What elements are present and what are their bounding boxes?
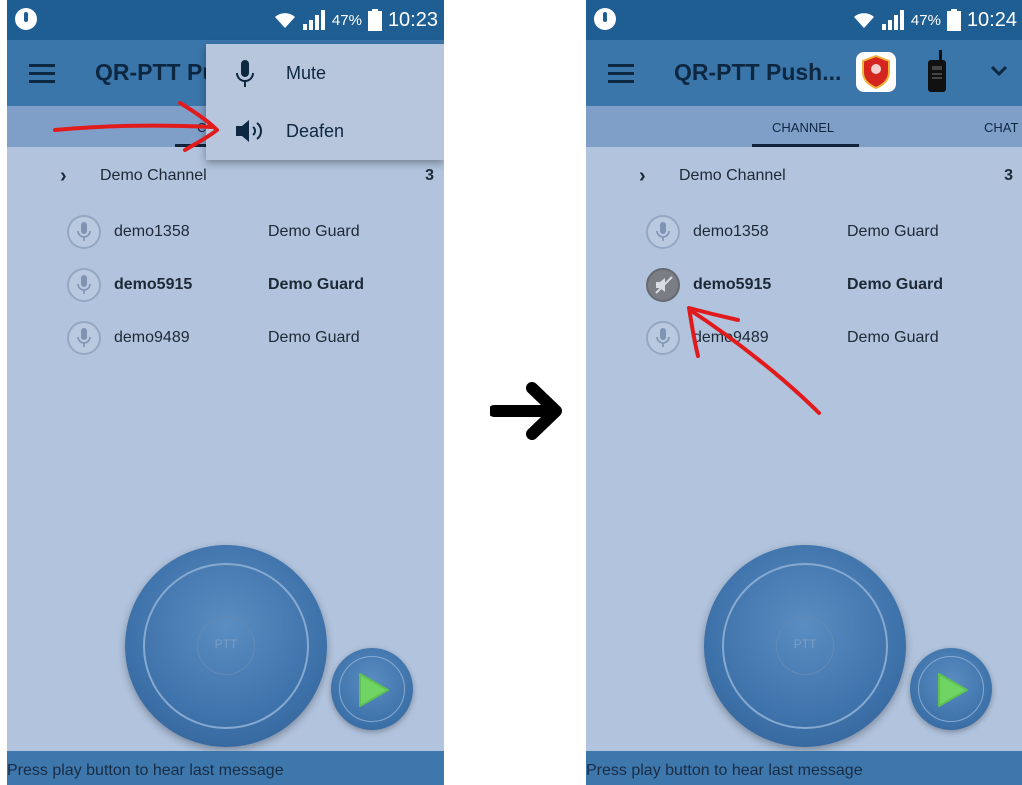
user-name: demo9489 bbox=[114, 329, 190, 346]
clock: 10:23 bbox=[387, 8, 438, 31]
arrow-right-icon bbox=[490, 382, 562, 440]
microphone-icon bbox=[646, 215, 680, 249]
menu-item-deafen[interactable]: Deafen bbox=[206, 102, 444, 160]
channel-user-count: 3 bbox=[1004, 167, 1013, 184]
battery-icon bbox=[946, 9, 961, 31]
phone-screen-after: 47% 10:24 QR-PTT Push... CHANNEL CHAT › … bbox=[586, 0, 1022, 785]
battery-percent: 47% bbox=[910, 11, 941, 29]
microphone-icon bbox=[67, 268, 101, 302]
status-bar: 47% 10:23 bbox=[7, 0, 444, 40]
channel-name: Demo Channel bbox=[679, 167, 786, 184]
app-toolbar: QR-PTT Push... bbox=[586, 40, 1022, 106]
app-title: QR-PTT Push... bbox=[674, 59, 842, 85]
notification-icon bbox=[15, 8, 37, 30]
tab-channel[interactable]: CHANNEL bbox=[772, 120, 834, 135]
user-role: Demo Guard bbox=[847, 329, 939, 346]
user-role: Demo Guard bbox=[268, 276, 365, 293]
play-icon bbox=[359, 673, 389, 707]
shield-logo-icon[interactable] bbox=[856, 52, 896, 92]
user-name: demo5915 bbox=[114, 276, 193, 293]
footer-bar: Press play button to hear last message bbox=[7, 751, 444, 785]
play-last-message-button[interactable] bbox=[331, 648, 413, 730]
chevron-down-icon[interactable] bbox=[990, 64, 1008, 82]
play-icon bbox=[938, 673, 968, 707]
user-role: Demo Guard bbox=[268, 329, 360, 346]
hamburger-menu-icon[interactable] bbox=[608, 64, 634, 84]
chevron-right-icon: › bbox=[60, 165, 67, 187]
hamburger-menu-icon[interactable] bbox=[29, 64, 55, 84]
user-name: demo9489 bbox=[693, 329, 769, 346]
app-title: QR-PTT Pu bbox=[95, 59, 217, 85]
channel-name: Demo Channel bbox=[100, 167, 207, 184]
footer-bar: Press play button to hear last message bbox=[586, 751, 1022, 785]
battery-icon bbox=[367, 9, 382, 31]
status-bar: 47% 10:24 bbox=[586, 0, 1022, 40]
clock: 10:24 bbox=[966, 8, 1017, 31]
walkie-talkie-icon[interactable] bbox=[925, 50, 949, 99]
push-to-talk-button[interactable]: PTT bbox=[125, 545, 327, 747]
play-last-message-button[interactable] bbox=[910, 648, 992, 730]
notification-icon bbox=[594, 8, 616, 30]
menu-item-label: Mute bbox=[286, 63, 327, 83]
speaker-icon bbox=[234, 118, 264, 149]
channel-row[interactable]: › Demo Channel 3 bbox=[586, 150, 1022, 200]
user-role: Demo Guard bbox=[847, 276, 944, 293]
tab-bar: CHANNEL CHAT bbox=[586, 106, 1022, 147]
menu-item-mute[interactable]: Mute bbox=[206, 44, 444, 102]
list-item[interactable]: demo5915 Demo Guard bbox=[586, 265, 1022, 305]
tab-underline bbox=[752, 144, 859, 147]
tab-channel[interactable]: C bbox=[197, 120, 206, 135]
user-role: Demo Guard bbox=[847, 223, 939, 240]
battery-percent: 47% bbox=[331, 11, 362, 29]
list-item[interactable]: demo5915 Demo Guard bbox=[7, 265, 444, 305]
microphone-icon bbox=[67, 215, 101, 249]
user-name: demo1358 bbox=[693, 223, 769, 240]
overflow-menu-popup: Mute Deafen bbox=[206, 44, 444, 160]
list-item[interactable]: demo1358 Demo Guard bbox=[586, 212, 1022, 252]
phone-screen-before: 47% 10:23 QR-PTT Pu C › Demo Channel 3 d… bbox=[7, 0, 444, 785]
microphone-icon bbox=[646, 321, 680, 355]
list-item[interactable]: demo9489 Demo Guard bbox=[586, 318, 1022, 358]
push-to-talk-button[interactable]: PTT bbox=[704, 545, 906, 747]
user-role: Demo Guard bbox=[268, 223, 360, 240]
signal-icon bbox=[881, 10, 905, 30]
microphone-icon bbox=[234, 60, 256, 93]
list-item[interactable]: demo9489 Demo Guard bbox=[7, 318, 444, 358]
deafened-speaker-icon bbox=[646, 268, 680, 302]
user-name: demo5915 bbox=[693, 276, 772, 293]
ptt-label: PTT bbox=[793, 637, 817, 651]
chevron-right-icon: › bbox=[639, 165, 646, 187]
list-item[interactable]: demo1358 Demo Guard bbox=[7, 212, 444, 252]
ptt-label: PTT bbox=[214, 637, 238, 651]
user-name: demo1358 bbox=[114, 223, 190, 240]
tab-chat[interactable]: CHAT bbox=[984, 120, 1018, 135]
footer-message: Press play button to hear last message bbox=[7, 762, 284, 779]
wifi-icon bbox=[853, 11, 875, 29]
menu-item-label: Deafen bbox=[286, 121, 345, 141]
footer-message: Press play button to hear last message bbox=[586, 762, 863, 779]
signal-icon bbox=[302, 10, 326, 30]
microphone-icon bbox=[67, 321, 101, 355]
channel-user-count: 3 bbox=[425, 167, 434, 184]
wifi-icon bbox=[274, 11, 296, 29]
